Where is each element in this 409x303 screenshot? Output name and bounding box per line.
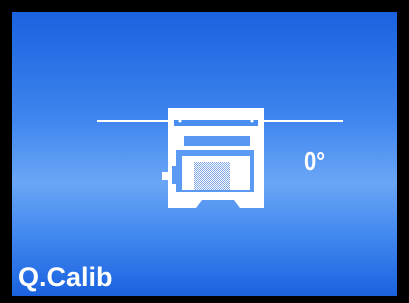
screen-title: Q.Calib (18, 262, 113, 292)
angle-readout: 0° (304, 146, 326, 176)
calibration-screen: 0° Q.Calib (12, 12, 397, 296)
printer-level-icon (162, 108, 264, 208)
device-bezel: 0° Q.Calib (0, 0, 409, 303)
